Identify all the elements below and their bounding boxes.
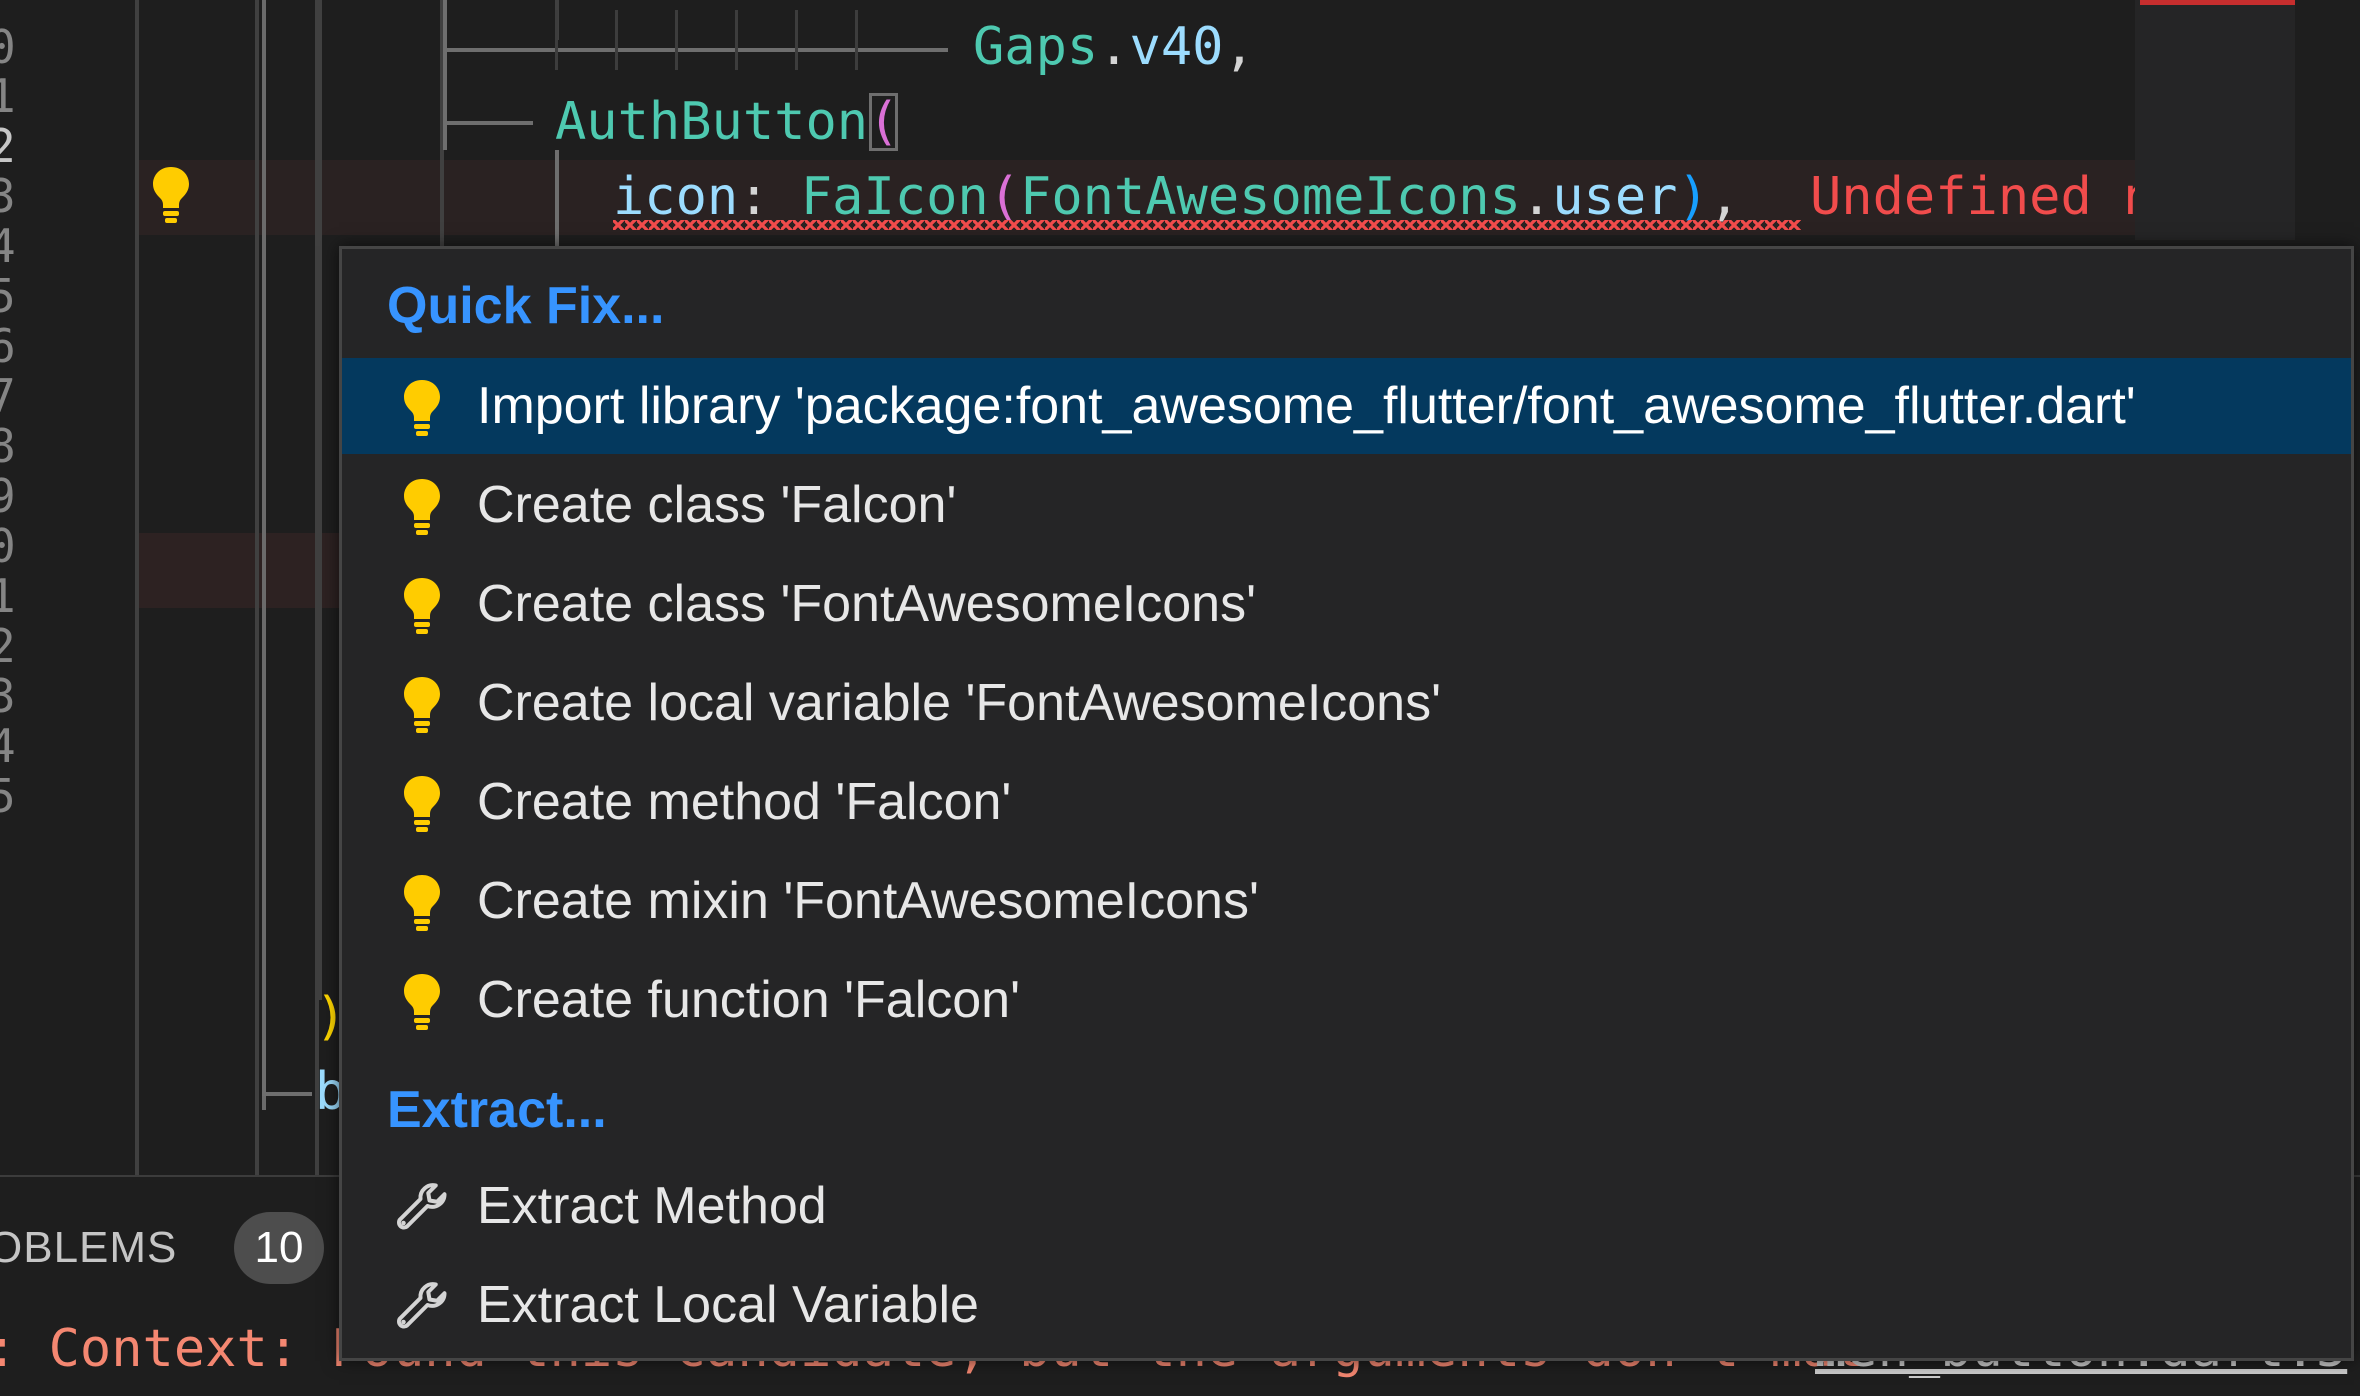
quick-fix-item-create-local-variable[interactable]: Create local variable 'FontAwesomeIcons' <box>342 655 2351 751</box>
code-token-punctuation: , <box>1223 17 1255 77</box>
indent-tick <box>555 10 558 70</box>
tree-connector <box>262 1040 266 1095</box>
indent-guide <box>255 0 259 1175</box>
tree-connector <box>443 48 948 52</box>
tree-connector <box>443 121 533 125</box>
error-line-highlight <box>135 533 340 608</box>
code-token-class: FaIcon <box>800 167 989 227</box>
lightbulb-icon <box>404 677 440 733</box>
tree-connector <box>555 150 559 246</box>
quick-fix-item-import-library[interactable]: Import library 'package:font_awesome_flu… <box>342 358 2351 454</box>
lightbulb-icon <box>404 380 440 436</box>
indent-guide <box>135 0 139 1175</box>
wrench-icon <box>397 1282 447 1329</box>
minimap-error-marker <box>2140 0 2300 5</box>
code-token-punctuation: . <box>1098 17 1130 77</box>
quick-fix-item-label: Create mixin 'FontAwesomeIcons' <box>477 872 1259 930</box>
code-token-member: v40 <box>1129 17 1224 77</box>
lightbulb-icon[interactable] <box>147 165 195 225</box>
lightbulb-icon <box>404 875 440 931</box>
indent-guide <box>318 0 322 1000</box>
code-token-class: Gaps <box>973 17 1099 77</box>
quick-fix-menu: Quick Fix... Import library 'package:fon… <box>339 246 2354 1361</box>
extract-header: Extract... <box>387 1081 607 1139</box>
code-line-authbutton: AuthButton( <box>555 85 899 160</box>
lightbulb-icon <box>404 776 440 832</box>
indent-guide-active <box>262 0 266 1110</box>
extract-item-label: Extract Method <box>477 1177 827 1235</box>
tree-connector <box>262 1092 312 1096</box>
code-token-paren: ( <box>988 167 1021 227</box>
wrench-icon <box>397 1183 447 1230</box>
code-line-gaps: Gaps.v40, <box>973 10 1255 85</box>
code-token-parameter: icon <box>613 167 739 227</box>
code-token-punctuation: : <box>738 167 801 227</box>
quick-fix-item-label: Create method 'Falcon' <box>477 773 1012 831</box>
line-number: 5 <box>0 769 16 823</box>
code-token-punctuation: , <box>1708 167 1741 227</box>
extract-method-item[interactable]: Extract Method <box>342 1158 2351 1254</box>
indent-tick <box>795 10 798 70</box>
quick-fix-item-create-mixin[interactable]: Create mixin 'FontAwesomeIcons' <box>342 853 2351 949</box>
indent-tick <box>855 10 858 70</box>
indent-tick <box>735 10 738 70</box>
tree-connector <box>443 0 447 150</box>
code-token-punctuation: . <box>1520 167 1553 227</box>
quick-fix-item-create-class-fontawesomeicons[interactable]: Create class 'FontAwesomeIcons' <box>342 556 2351 652</box>
extract-item-label: Extract Local Variable <box>477 1276 979 1334</box>
error-squiggle <box>613 220 1801 230</box>
lightbulb-icon <box>404 974 440 1030</box>
extract-local-variable-item[interactable]: Extract Local Variable <box>342 1257 2351 1353</box>
quick-fix-item-create-class-falcon[interactable]: Create class 'Falcon' <box>342 457 2351 553</box>
quick-fix-item-label: Create local variable 'FontAwesomeIcons' <box>477 674 1442 732</box>
code-token-class: AuthButton <box>555 92 869 152</box>
indent-tick <box>615 10 618 70</box>
quick-fix-item-create-function[interactable]: Create function 'Falcon' <box>342 952 2351 1048</box>
quick-fix-item-create-method[interactable]: Create method 'Falcon' <box>342 754 2351 850</box>
tab-problems[interactable]: OBLEMS <box>0 1218 177 1278</box>
lightbulb-icon <box>404 578 440 634</box>
code-token-member: user <box>1552 167 1678 227</box>
code-token-paren: ( <box>868 92 900 152</box>
minimap[interactable] <box>2135 0 2295 240</box>
code-token-paren: ) <box>1677 167 1709 227</box>
quick-fix-item-label: Import library 'package:font_awesome_flu… <box>477 377 2136 435</box>
quick-fix-header: Quick Fix... <box>387 277 665 335</box>
quick-fix-item-label: Create class 'Falcon' <box>477 476 957 534</box>
inline-error-message: Undefined n <box>1810 167 2135 227</box>
line-number-gutter: 0 1 2 3 4 5 6 7 8 9 0 1 2 3 4 5 <box>0 0 135 1175</box>
lightbulb-icon <box>404 479 440 535</box>
quick-fix-item-label: Create function 'Falcon' <box>477 971 1021 1029</box>
indent-tick <box>675 10 678 70</box>
quick-fix-item-label: Create class 'FontAwesomeIcons' <box>477 575 1257 633</box>
code-token-class: FontAwesomeIcons <box>1020 167 1521 227</box>
problem-count-badge: 10 <box>234 1212 324 1284</box>
